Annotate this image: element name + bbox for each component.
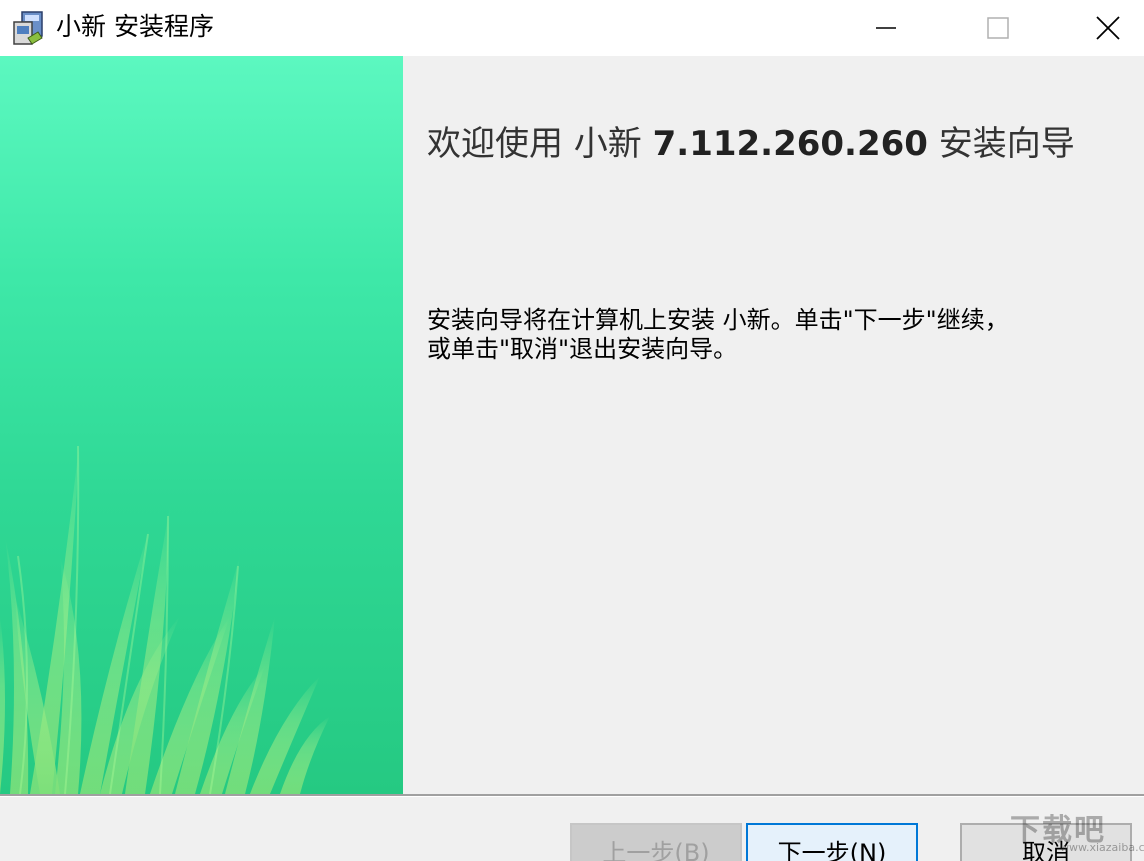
heading-prefix: 欢迎使用 小新 xyxy=(427,124,653,164)
maximize-button[interactable] xyxy=(970,0,1026,56)
heading-suffix: 安装向导 xyxy=(927,124,1075,164)
welcome-description: 安装向导将在计算机上安装 小新。单击"下一步"继续， 或单击"取消"退出安装向导… xyxy=(427,306,1117,364)
version-number: 7.112.260.260 xyxy=(652,124,928,164)
next-button[interactable]: 下一步(N) xyxy=(746,823,918,861)
wizard-footer: 上一步(B) 下一步(N) 取消 下载吧 www.xiazaiba.com xyxy=(0,797,1144,861)
minimize-icon xyxy=(876,27,896,29)
watermark-url: www.xiazaiba.com xyxy=(1060,841,1144,854)
description-line-1: 安装向导将在计算机上安装 小新。单击"下一步"继续， xyxy=(427,306,1009,334)
description-line-2: 或单击"取消"退出安装向导。 xyxy=(427,335,738,363)
back-button[interactable]: 上一步(B) xyxy=(570,823,742,861)
window-title: 小新 安装程序 xyxy=(56,12,214,41)
title-bar[interactable]: 小新 安装程序 xyxy=(0,0,1144,56)
maximize-icon xyxy=(987,17,1009,39)
close-icon xyxy=(1096,16,1120,40)
installer-window: 小新 安装程序 欢迎使用 小新 7.112.260.260 安装向导 安装向导将… xyxy=(0,0,1144,861)
installer-app-icon xyxy=(8,8,48,48)
welcome-content: 欢迎使用 小新 7.112.260.260 安装向导 安装向导将在计算机上安装 … xyxy=(403,56,1144,794)
close-button[interactable] xyxy=(1080,0,1136,56)
welcome-heading: 欢迎使用 小新 7.112.260.260 安装向导 xyxy=(427,122,1075,166)
minimize-button[interactable] xyxy=(858,0,914,56)
welcome-banner-image xyxy=(0,56,403,794)
